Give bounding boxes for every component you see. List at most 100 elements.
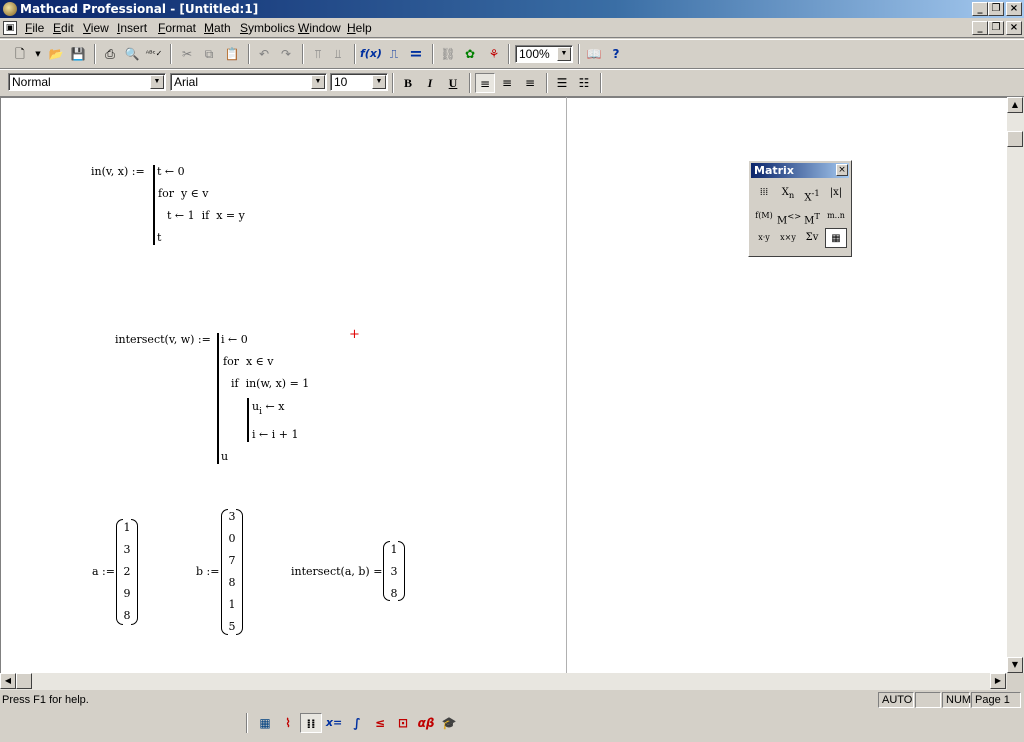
- menu-help[interactable]: Help: [347, 21, 372, 35]
- minimize-icon[interactable]: _: [972, 2, 988, 16]
- menu-format[interactable]: Format: [158, 21, 196, 35]
- determinant-icon[interactable]: |x|: [825, 183, 847, 203]
- chevron-down-icon[interactable]: ▼: [557, 47, 571, 61]
- evaluation-icon[interactable]: x=: [323, 713, 345, 733]
- align-right-icon[interactable]: ≡: [520, 73, 540, 93]
- component-wizard-icon[interactable]: ⚘: [484, 44, 504, 64]
- in-line-2[interactable]: for y ∈ v: [158, 187, 209, 201]
- scroll-up-icon[interactable]: ▲: [1007, 97, 1023, 113]
- vectorize-icon[interactable]: f(M): [753, 206, 775, 226]
- a-definition-label[interactable]: a :=: [92, 565, 115, 579]
- scroll-down-icon[interactable]: ▼: [1007, 657, 1023, 673]
- insert-hyperlink-icon[interactable]: ⛓: [438, 44, 458, 64]
- resource-center-icon[interactable]: ✿: [460, 44, 480, 64]
- zoom-select[interactable]: 100% ▼: [515, 45, 573, 63]
- vertical-scrollbar[interactable]: ▲ ▼: [1007, 97, 1024, 673]
- b-value[interactable]: 1: [225, 598, 239, 611]
- underline-button[interactable]: U: [443, 73, 463, 93]
- align-down-icon[interactable]: ⫫: [328, 44, 348, 64]
- scroll-thumb[interactable]: [16, 673, 32, 689]
- scroll-thumb[interactable]: [1007, 131, 1023, 147]
- bold-button[interactable]: B: [398, 73, 418, 93]
- intersect-line-3[interactable]: if in(w, x) = 1: [231, 377, 309, 391]
- intersect-line-2[interactable]: for x ∈ v: [223, 355, 274, 369]
- calculate-icon[interactable]: =: [406, 44, 426, 64]
- scroll-left-icon[interactable]: ◀: [0, 673, 16, 689]
- print-icon[interactable]: ⎙: [100, 44, 120, 64]
- vector-sum-icon[interactable]: Σv: [801, 228, 823, 248]
- italic-button[interactable]: I: [420, 73, 440, 93]
- intersect-line-5[interactable]: i ← i + 1: [252, 428, 298, 442]
- menu-view[interactable]: View: [83, 21, 109, 35]
- worksheet[interactable]: in(v, x) := t ← 0 for y ∈ v t ← 1 if x =…: [0, 97, 1007, 673]
- range-variable-icon[interactable]: m..n: [825, 206, 847, 226]
- copy-icon[interactable]: ⧉: [199, 44, 219, 64]
- align-left-icon[interactable]: ≡: [475, 73, 495, 93]
- cross-product-icon[interactable]: x×y: [777, 228, 799, 248]
- intersect-function-header[interactable]: intersect(v, w) :=: [115, 333, 211, 347]
- chevron-down-icon[interactable]: ▼: [372, 75, 386, 89]
- new-dropdown-icon[interactable]: ▼: [28, 44, 48, 64]
- numbering-icon[interactable]: ☷: [574, 73, 594, 93]
- doc-restore-icon[interactable]: ❐: [988, 21, 1004, 35]
- document-icon[interactable]: ▣: [3, 21, 17, 35]
- b-value[interactable]: 5: [225, 620, 239, 633]
- insert-matrix-icon[interactable]: ⁞⁞⁞: [753, 183, 775, 203]
- close-icon[interactable]: ×: [1006, 2, 1022, 16]
- doc-close-icon[interactable]: ×: [1006, 21, 1022, 35]
- bullets-icon[interactable]: ☰: [552, 73, 572, 93]
- help-icon[interactable]: ?: [606, 44, 626, 64]
- menu-math[interactable]: Math: [204, 21, 231, 35]
- dot-product-icon[interactable]: x·y: [753, 228, 775, 248]
- intersect-evaluation-label[interactable]: intersect(a, b) =: [291, 565, 382, 579]
- menu-edit[interactable]: Edit: [53, 21, 74, 35]
- menu-symbolics[interactable]: Symbolics: [240, 21, 295, 35]
- in-line-3[interactable]: t ← 1 if x = y: [167, 209, 245, 223]
- insert-function-icon[interactable]: f(x): [360, 44, 382, 64]
- doc-minimize-icon[interactable]: _: [972, 21, 988, 35]
- column-icon[interactable]: M<>: [777, 206, 801, 226]
- calculus-icon[interactable]: ∫: [346, 713, 368, 733]
- b-value[interactable]: 8: [225, 576, 239, 589]
- in-function-header[interactable]: in(v, x) :=: [91, 165, 145, 179]
- b-definition-label[interactable]: b :=: [196, 565, 219, 579]
- matrix-toolbar-icon[interactable]: ⁞⁞: [300, 713, 322, 733]
- intersect-line-1[interactable]: i ← 0: [221, 333, 248, 347]
- scroll-right-icon[interactable]: ▶: [990, 673, 1006, 689]
- a-value[interactable]: 9: [120, 587, 134, 600]
- save-icon[interactable]: 💾: [68, 44, 88, 64]
- menu-insert[interactable]: Insert: [117, 21, 147, 35]
- insert-unit-icon[interactable]: ⎍: [384, 44, 404, 64]
- resource-book-icon[interactable]: 📖: [584, 44, 604, 64]
- programming-icon[interactable]: ⊡: [392, 713, 414, 733]
- cut-icon[interactable]: ✂: [177, 44, 197, 64]
- horizontal-scrollbar[interactable]: ◀ ▶: [0, 673, 1007, 690]
- print-preview-icon[interactable]: 🔍: [122, 44, 142, 64]
- inverse-icon[interactable]: X-1: [801, 183, 823, 203]
- align-center-icon[interactable]: ≡: [497, 73, 517, 93]
- a-value[interactable]: 8: [120, 609, 134, 622]
- matrix-palette-title[interactable]: Matrix: [751, 163, 849, 178]
- calculator-icon[interactable]: ▦: [254, 713, 276, 733]
- spell-check-icon[interactable]: ᴬᴮᶜ✓: [144, 44, 164, 64]
- symbolic-icon[interactable]: 🎓: [438, 713, 460, 733]
- subscript-icon[interactable]: Xn: [777, 183, 799, 203]
- picture-icon[interactable]: ▦: [825, 228, 847, 248]
- style-select[interactable]: Normal ▼: [8, 73, 166, 91]
- chevron-down-icon[interactable]: ▼: [150, 75, 164, 89]
- open-icon[interactable]: 📂: [46, 44, 66, 64]
- in-line-1[interactable]: t ← 0: [157, 165, 185, 179]
- boolean-icon[interactable]: ≤: [369, 713, 391, 733]
- greek-icon[interactable]: αβ: [415, 713, 437, 733]
- redo-icon[interactable]: ↷: [276, 44, 296, 64]
- chevron-down-icon[interactable]: ▼: [311, 75, 325, 89]
- a-value[interactable]: 1: [120, 521, 134, 534]
- b-value[interactable]: 3: [225, 510, 239, 523]
- new-icon[interactable]: 🗋: [10, 44, 30, 64]
- in-line-4[interactable]: t: [157, 231, 161, 245]
- align-top-icon[interactable]: ⫪: [308, 44, 328, 64]
- close-icon[interactable]: ×: [836, 164, 848, 176]
- transpose-icon[interactable]: MT: [801, 206, 823, 226]
- restore-icon[interactable]: ❐: [988, 2, 1004, 16]
- intersect-line-6[interactable]: u: [221, 450, 228, 464]
